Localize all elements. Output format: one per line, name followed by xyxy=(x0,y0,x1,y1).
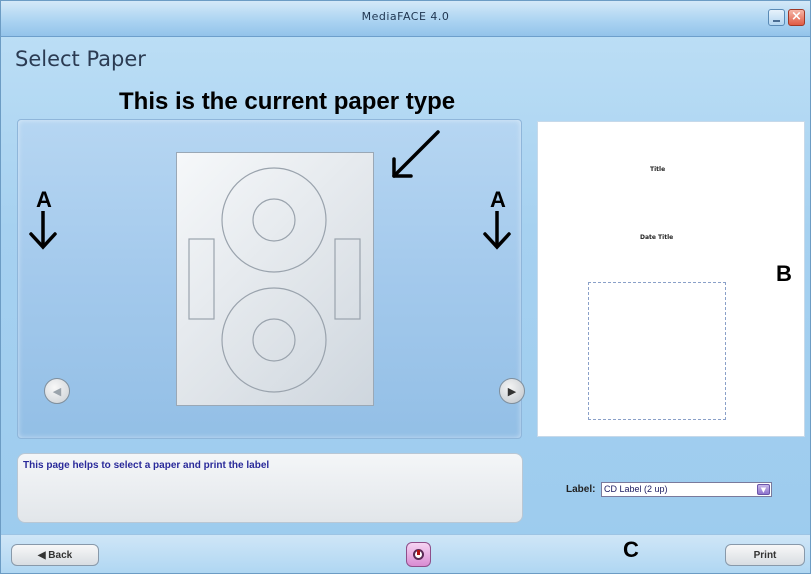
window-title: MediaFACE 4.0 xyxy=(361,10,450,23)
app-window: MediaFACE 4.0 × Select Paper This is the… xyxy=(0,0,811,574)
next-paper-button[interactable]: ▶ xyxy=(499,378,525,404)
right-arrow-icon: ▶ xyxy=(507,384,517,398)
annotation-a-right: A xyxy=(490,187,506,212)
title-bar: MediaFACE 4.0 × xyxy=(1,1,810,37)
label-caption: Label: xyxy=(566,484,596,495)
left-arrow-icon: ◀ xyxy=(52,384,62,398)
close-icon[interactable]: × xyxy=(788,9,805,26)
label-preview: Title Date Title xyxy=(537,121,805,437)
close-glyph: × xyxy=(791,9,802,24)
label-dropdown[interactable]: CD Label (2 up) ▼ xyxy=(601,482,772,497)
annotation-c: C xyxy=(623,537,639,562)
minimize-icon[interactable] xyxy=(768,9,785,26)
print-button[interactable]: Print xyxy=(725,544,805,566)
preview-image-area xyxy=(588,282,726,420)
paper-carousel: ◀ ▶ xyxy=(17,119,525,439)
help-panel: This page helps to select a paper and pr… xyxy=(17,453,523,523)
back-button[interactable]: ◀ Back xyxy=(11,544,99,566)
annotation-current-paper: This is the current paper type xyxy=(119,88,456,115)
previous-paper-button[interactable]: ◀ xyxy=(44,378,70,404)
disc-icon[interactable] xyxy=(406,542,431,567)
page-title: Select Paper xyxy=(15,47,146,71)
paper-sheet[interactable] xyxy=(176,152,374,406)
label-dropdown-value: CD Label (2 up) xyxy=(604,484,668,494)
preview-title-text: Title xyxy=(650,166,666,173)
annotation-b: B xyxy=(776,261,792,286)
chevron-down-icon[interactable]: ▼ xyxy=(757,484,770,495)
help-text: This page helps to select a paper and pr… xyxy=(23,460,270,471)
preview-date-text: Date Title xyxy=(640,234,674,241)
annotation-a-left: A xyxy=(36,187,52,212)
cd-label-template xyxy=(188,167,361,393)
disc-marker xyxy=(417,550,420,555)
